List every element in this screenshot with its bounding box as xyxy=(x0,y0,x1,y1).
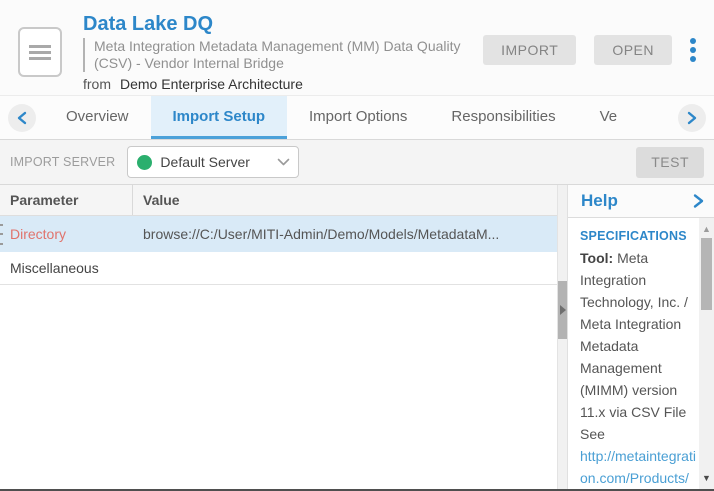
table-row-miscellaneous[interactable]: Miscellaneous xyxy=(0,252,557,285)
mimb-doc-link[interactable]: http://metaintegration.com/Products/MIMB… xyxy=(580,445,698,491)
parameter-value[interactable]: browse://C:/User/MITI-Admin/Demo/Models/… xyxy=(133,226,557,242)
app-window: Data Lake DQ Meta Integration Metadata M… xyxy=(0,0,714,491)
page-title: Data Lake DQ xyxy=(83,12,483,36)
help-content: SPECIFICATIONS Tool: Meta Integration Te… xyxy=(568,218,699,491)
tool-description: Meta Integration Technology, Inc. / Meta… xyxy=(580,250,688,420)
import-server-select[interactable]: Default Server xyxy=(127,146,299,178)
help-scrollbar[interactable]: ▲ ▼ xyxy=(699,218,714,491)
parameters-table: Parameter Value Directory browse://C:/Us… xyxy=(0,185,557,491)
import-toolbar: IMPORT SERVER Default Server TEST xyxy=(0,140,714,185)
tabs-scroll-left-icon[interactable] xyxy=(8,104,36,132)
more-menu-icon[interactable] xyxy=(686,36,700,64)
scroll-down-icon[interactable]: ▼ xyxy=(702,471,711,485)
tab-bar: Overview Import Setup Import Options Res… xyxy=(0,95,714,140)
help-panel-splitter[interactable] xyxy=(557,185,567,491)
help-expand-icon[interactable] xyxy=(693,193,704,209)
from-label: from xyxy=(83,76,111,92)
scroll-up-icon[interactable]: ▲ xyxy=(702,222,711,236)
tab-responsibilities[interactable]: Responsibilities xyxy=(429,96,577,139)
open-button[interactable]: OPEN xyxy=(594,35,672,65)
see-label: See xyxy=(580,423,698,445)
column-header-parameter[interactable]: Parameter xyxy=(0,185,133,215)
from-line: from Demo Enterprise Architecture xyxy=(83,76,483,92)
parameter-name: Miscellaneous xyxy=(0,260,133,276)
table-row-directory[interactable]: Directory browse://C:/User/MITI-Admin/De… xyxy=(0,216,557,252)
import-button[interactable]: IMPORT xyxy=(483,35,576,65)
table-header-row: Parameter Value xyxy=(0,185,557,216)
model-document-icon xyxy=(18,27,62,77)
test-button[interactable]: TEST xyxy=(636,147,704,178)
help-body-wrap: SPECIFICATIONS Tool: Meta Integration Te… xyxy=(568,218,714,491)
import-server-label: IMPORT SERVER xyxy=(10,155,115,169)
main-content: Parameter Value Directory browse://C:/Us… xyxy=(0,185,714,491)
server-online-status-icon xyxy=(137,155,152,170)
server-select-value: Default Server xyxy=(160,154,277,170)
tool-label: Tool: xyxy=(580,250,613,266)
tabs: Overview Import Setup Import Options Res… xyxy=(44,96,670,139)
chevron-down-icon xyxy=(277,158,290,166)
title-block: Data Lake DQ Meta Integration Metadata M… xyxy=(83,10,483,92)
header: Data Lake DQ Meta Integration Metadata M… xyxy=(0,0,714,95)
row-drag-handle-icon xyxy=(0,216,4,252)
column-header-value[interactable]: Value xyxy=(133,192,180,208)
collapse-right-icon[interactable] xyxy=(558,281,567,339)
specifications-heading: SPECIFICATIONS xyxy=(580,225,698,247)
bridge-subtitle: Meta Integration Metadata Management (MM… xyxy=(83,38,468,72)
tab-overview[interactable]: Overview xyxy=(44,96,151,139)
help-header: Help xyxy=(568,185,714,218)
help-panel: Help SPECIFICATIONS Tool: Meta Integrati… xyxy=(567,185,714,491)
tab-versions-truncated[interactable]: Ve xyxy=(578,96,640,139)
tab-import-options[interactable]: Import Options xyxy=(287,96,429,139)
tab-import-setup[interactable]: Import Setup xyxy=(151,96,288,139)
header-actions: IMPORT OPEN xyxy=(483,35,700,65)
scrollbar-thumb[interactable] xyxy=(701,238,712,310)
tabs-scroll-right-icon[interactable] xyxy=(678,104,706,132)
help-title: Help xyxy=(581,191,618,211)
source-model-link[interactable]: Demo Enterprise Architecture xyxy=(120,76,303,92)
parameter-name: Directory xyxy=(0,226,133,242)
